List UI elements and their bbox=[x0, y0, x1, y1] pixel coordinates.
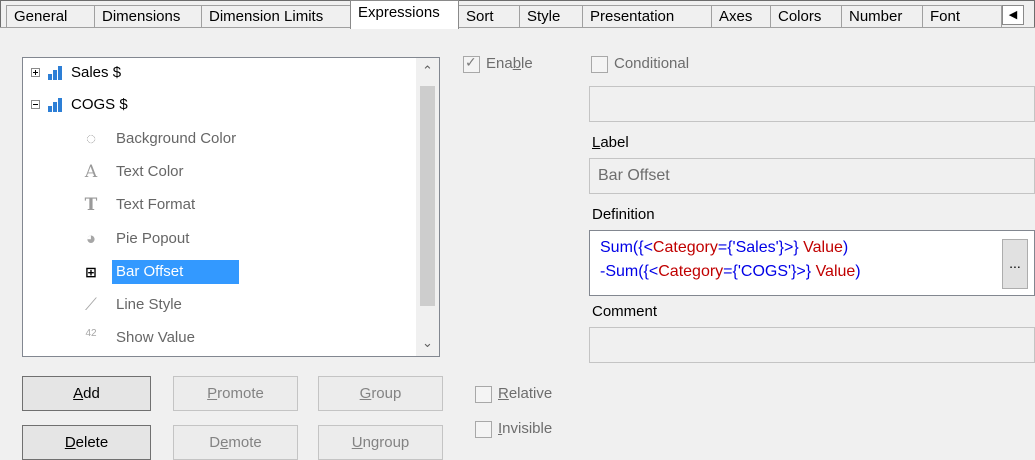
text-color-icon: A bbox=[84, 162, 98, 182]
tree-item-label: Show Value bbox=[116, 329, 195, 346]
tree-item-bar-offset[interactable]: ⊞ Bar Offset bbox=[23, 258, 417, 286]
definition-line-1: Sum({<Category={'Sales'}>} Value) bbox=[600, 239, 849, 256]
relative-checkbox[interactable] bbox=[475, 386, 492, 403]
enable-checkbox[interactable] bbox=[463, 54, 480, 73]
tab-style[interactable]: Style bbox=[519, 5, 583, 27]
delete-button[interactable]: Delete bbox=[22, 425, 151, 460]
bar-chart-icon bbox=[48, 66, 66, 80]
promote-button[interactable]: Promote bbox=[173, 376, 298, 411]
tab-font[interactable]: Font bbox=[922, 5, 1002, 27]
label-heading: Label bbox=[592, 134, 629, 151]
demote-button[interactable]: Demote bbox=[173, 425, 298, 460]
label-value: Bar Offset bbox=[598, 167, 670, 184]
tree-item-cogs[interactable]: COGS $ bbox=[23, 91, 417, 119]
comment-field[interactable] bbox=[589, 327, 1035, 363]
expression-tree[interactable]: Sales $ COGS $ ◌ Background Color A Text… bbox=[22, 57, 440, 357]
scroll-down-icon[interactable]: ⌄ bbox=[416, 332, 439, 354]
tab-general[interactable]: General bbox=[6, 5, 95, 27]
tree-item-label: Sales $ bbox=[71, 64, 122, 81]
relative-label: Relative bbox=[498, 385, 553, 402]
conditional-label: Conditional bbox=[614, 55, 690, 72]
conditional-expression-field[interactable] bbox=[589, 86, 1035, 122]
tree-item-text-color[interactable]: A Text Color bbox=[23, 158, 417, 186]
tab-axes[interactable]: Axes bbox=[711, 5, 771, 27]
palette-icon: ◌ bbox=[85, 129, 97, 148]
conditional-checkbox[interactable] bbox=[591, 56, 608, 73]
tree-item-sales[interactable]: Sales $ bbox=[23, 59, 417, 87]
edit-expression-button[interactable]: ... bbox=[1002, 239, 1028, 289]
tab-scroll-left-icon[interactable]: ◀ bbox=[1002, 5, 1024, 25]
tree-item-text-format[interactable]: T Text Format bbox=[23, 191, 417, 219]
tree-item-show-value[interactable]: 42 Show Value bbox=[23, 324, 417, 352]
bar-chart-icon bbox=[48, 98, 66, 112]
tab-dimensions[interactable]: Dimensions bbox=[94, 5, 202, 27]
tab-expressions[interactable]: Expressions bbox=[350, 0, 459, 29]
add-button[interactable]: Add bbox=[22, 376, 151, 411]
tree-scrollbar[interactable]: ⌃ ⌄ bbox=[416, 58, 439, 356]
definition-line-2: -Sum({<Category={'COGS'}>} Value) bbox=[600, 263, 861, 280]
tab-presentation[interactable]: Presentation bbox=[582, 5, 712, 27]
definition-heading: Definition bbox=[592, 206, 655, 223]
collapse-minus-icon[interactable] bbox=[31, 100, 40, 109]
label-field[interactable]: Bar Offset bbox=[589, 158, 1035, 194]
group-button[interactable]: Group bbox=[318, 376, 443, 411]
show-value-icon: 42 bbox=[85, 328, 97, 339]
invisible-checkbox[interactable] bbox=[475, 421, 492, 438]
bar-offset-icon: ⊞ bbox=[85, 264, 97, 280]
tab-sort[interactable]: Sort bbox=[458, 5, 520, 27]
comment-heading: Comment bbox=[592, 303, 658, 320]
pie-icon: ◕ bbox=[85, 229, 97, 248]
tab-number[interactable]: Number bbox=[841, 5, 923, 27]
text-format-icon: T bbox=[84, 195, 98, 215]
tree-item-label: Line Style bbox=[116, 296, 182, 313]
tab-colors[interactable]: Colors bbox=[770, 5, 842, 27]
tab-dimension-limits[interactable]: Dimension Limits bbox=[201, 5, 351, 27]
tree-item-label: Background Color bbox=[116, 130, 237, 147]
definition-field[interactable]: Sum({<Category={'Sales'}>} Value) -Sum({… bbox=[589, 230, 1035, 296]
tree-item-label: Pie Popout bbox=[116, 230, 190, 247]
tree-item-label: Text Color bbox=[116, 163, 184, 180]
tree-item-label: COGS $ bbox=[71, 96, 128, 113]
tree-item-pie-popout[interactable]: ◕ Pie Popout bbox=[23, 225, 417, 253]
tree-item-line-style[interactable]: ⟋ Line Style bbox=[23, 291, 417, 319]
invisible-label: Invisible bbox=[498, 420, 553, 437]
enable-label: Enable bbox=[486, 55, 533, 72]
tab-strip: General Dimensions Dimension Limits Expr… bbox=[0, 0, 1035, 29]
line-style-icon: ⟋ bbox=[85, 295, 97, 314]
ungroup-button[interactable]: Ungroup bbox=[318, 425, 443, 460]
tree-item-label: Text Format bbox=[116, 196, 196, 213]
tree-item-background-color[interactable]: ◌ Background Color bbox=[23, 125, 417, 153]
expand-plus-icon[interactable] bbox=[31, 68, 40, 77]
tree-item-label: Bar Offset bbox=[116, 263, 184, 280]
scrollbar-thumb[interactable] bbox=[420, 86, 435, 306]
scroll-up-icon[interactable]: ⌃ bbox=[416, 60, 439, 82]
